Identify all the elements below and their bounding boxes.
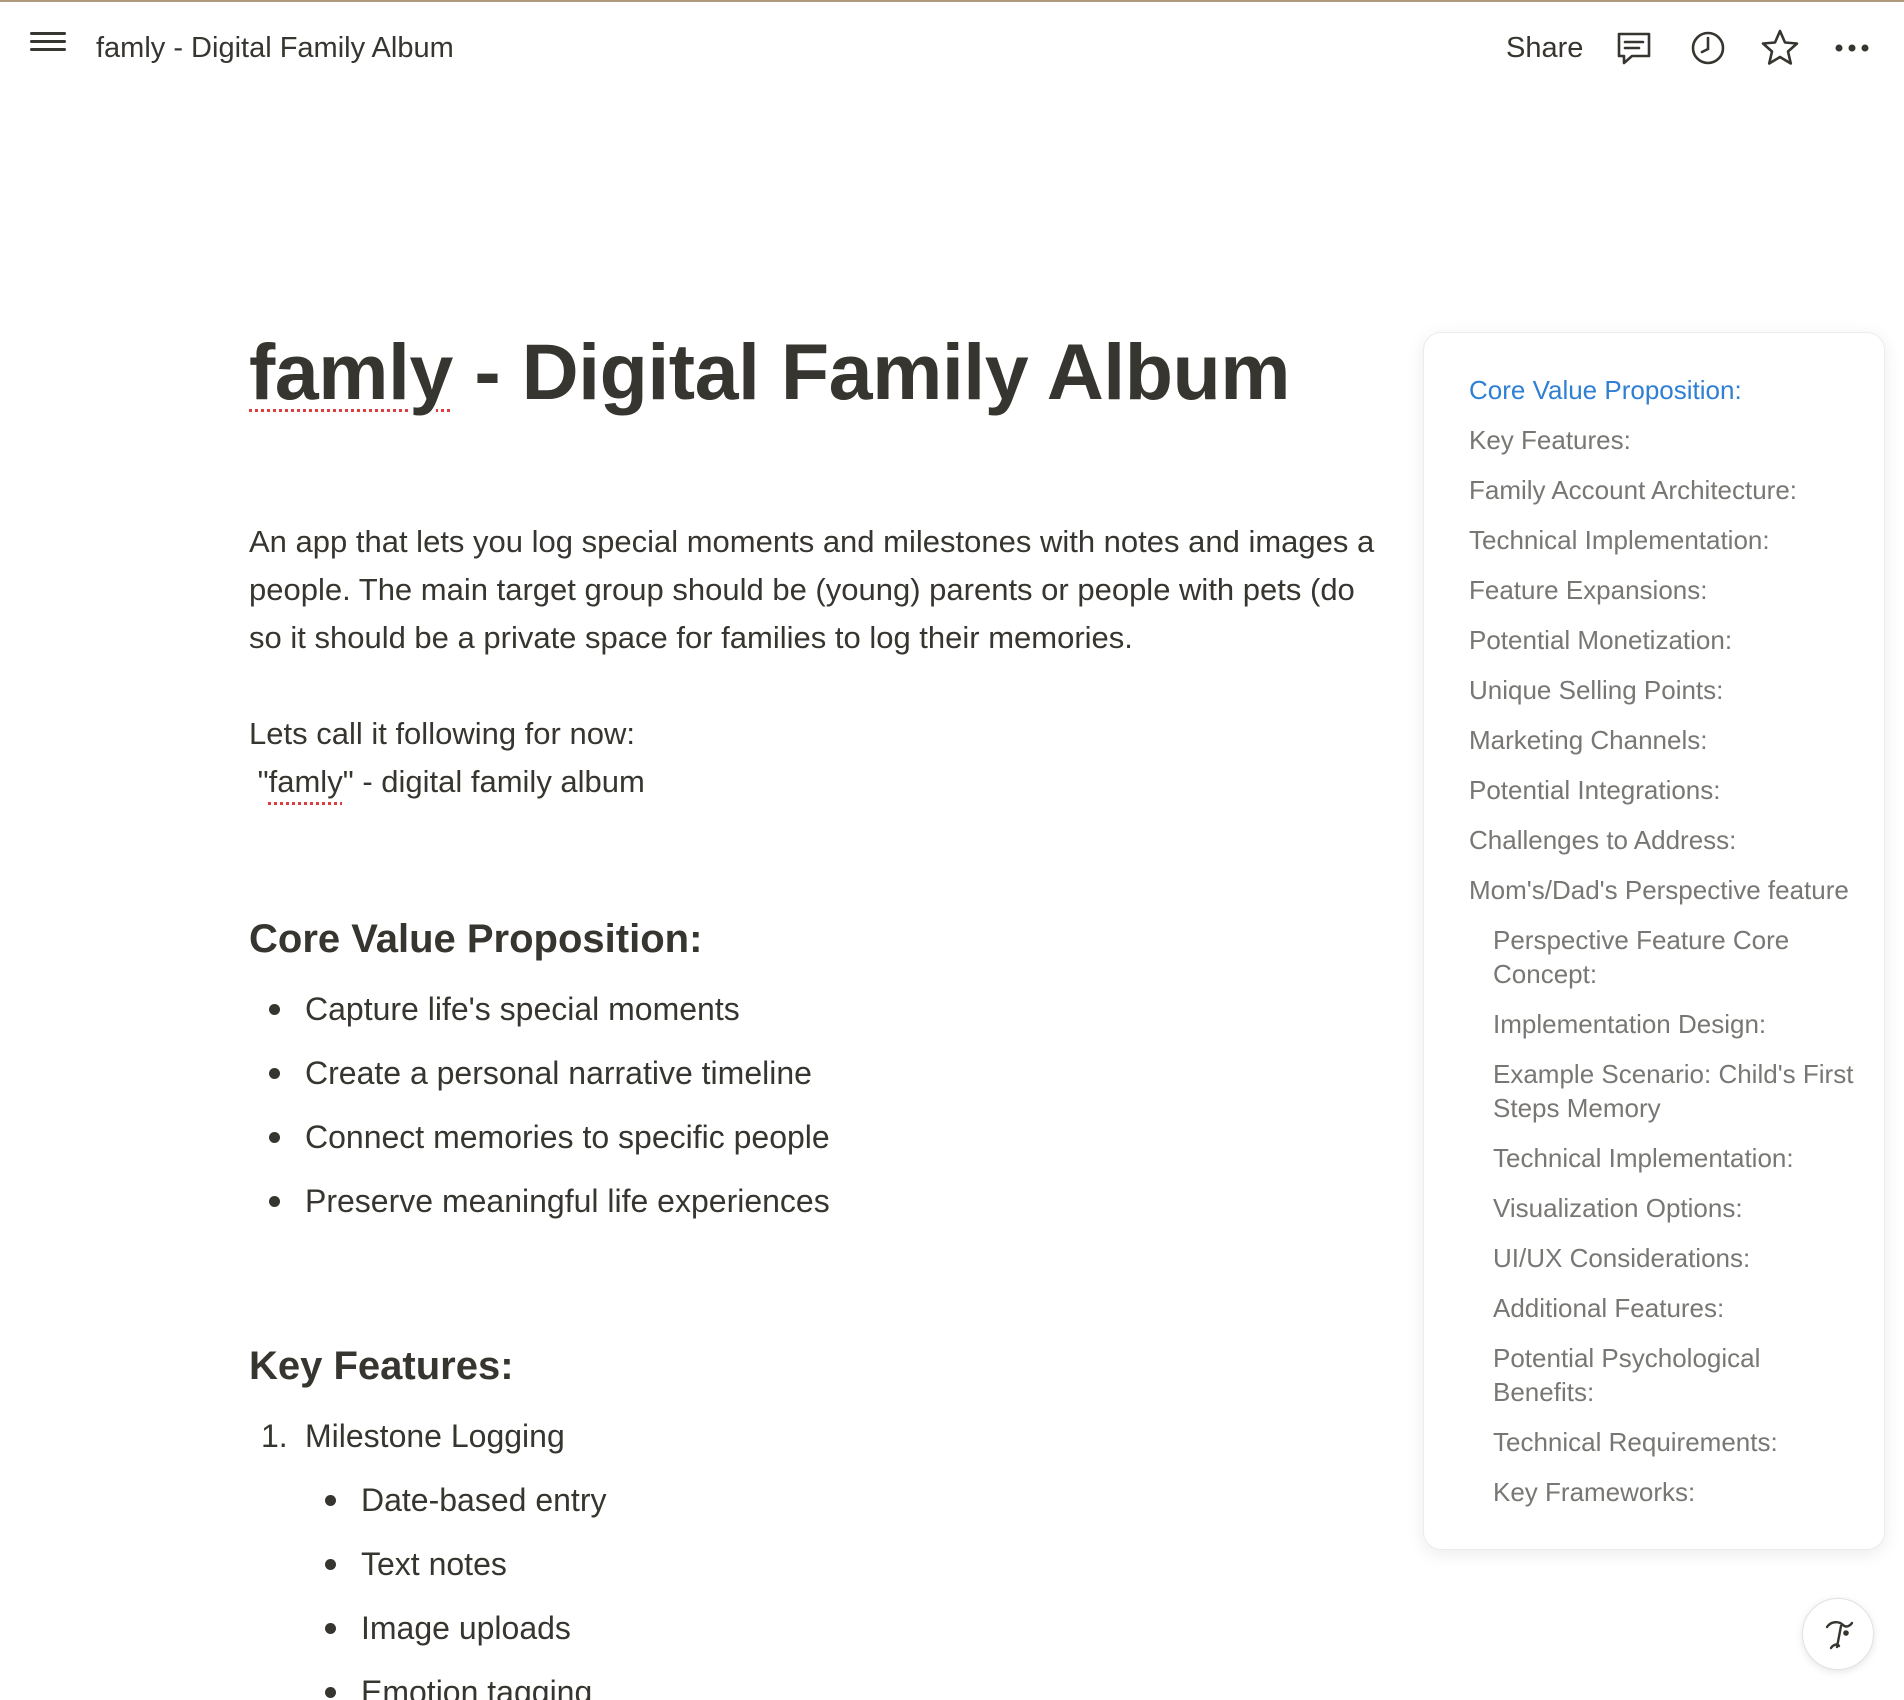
comment-icon[interactable] [1612, 26, 1656, 70]
toc-item-potential-monetization[interactable]: Potential Monetization: [1424, 623, 1884, 657]
toc-item-technical-implementation[interactable]: Technical Implementation: [1424, 523, 1884, 557]
toc-subitem-key-frameworks[interactable]: Key Frameworks: [1424, 1475, 1884, 1509]
misspelled-word: famly [268, 764, 343, 799]
toc-item-core-value-proposition[interactable]: Core Value Proposition: [1424, 373, 1884, 407]
toc-item-perspective-feature[interactable]: Mom's/Dad's Perspective feature [1424, 873, 1884, 907]
more-dots-icon[interactable] [1830, 26, 1874, 70]
intro-line: An app that lets you log special moments… [249, 524, 1375, 559]
core-value-list: Capture life's special moments Create a … [249, 977, 1429, 1233]
page-breadcrumb[interactable]: famly - Digital Family Album [96, 32, 454, 65]
key-features-list: 1. Milestone Logging Date-based entry Tex… [249, 1404, 1429, 1700]
list-item[interactable]: Date-based entry [249, 1468, 1429, 1532]
toc-subitem-psychological-benefits[interactable]: Potential Psychological Benefits: [1424, 1341, 1884, 1409]
intro-paragraph[interactable]: An app that lets you log special moments… [249, 518, 1429, 662]
toc-item-feature-expansions[interactable]: Feature Expansions: [1424, 573, 1884, 607]
table-of-contents: Core Value Proposition: Key Features: Fa… [1423, 332, 1885, 1550]
notion-ai-button[interactable] [1802, 1598, 1874, 1670]
toc-subitem-ui-ux-considerations[interactable]: UI/UX Considerations: [1424, 1241, 1884, 1275]
quote-open: " [249, 764, 269, 799]
toc-item-key-features[interactable]: Key Features: [1424, 423, 1884, 457]
toc-item-family-account-architecture[interactable]: Family Account Architecture: [1424, 473, 1884, 507]
top-bar: famly - Digital Family Album Share [0, 2, 1904, 94]
name-line-2-rest: " - digital family album [342, 764, 645, 799]
clock-icon[interactable] [1686, 26, 1730, 70]
toc-subitem-example-scenario[interactable]: Example Scenario: Child's First Steps Me… [1424, 1057, 1884, 1125]
app-window: famly - Digital Family Album Share famly… [0, 0, 1904, 1700]
name-line-2: "famly" - digital family album [249, 758, 1429, 806]
notion-ai-icon [1825, 1621, 1854, 1650]
numbered-item-milestone-logging[interactable]: 1. Milestone Logging Date-based entry Tex… [249, 1404, 1429, 1700]
list-number: 1. [261, 1418, 288, 1454]
toc-item-marketing-channels[interactable]: Marketing Channels: [1424, 723, 1884, 757]
share-button[interactable]: Share [1506, 32, 1583, 65]
heading-key-features[interactable]: Key Features: [249, 1338, 1429, 1394]
toc-item-potential-integrations[interactable]: Potential Integrations: [1424, 773, 1884, 807]
intro-line: people. The main target group should be … [249, 572, 1355, 607]
toc-subitem-implementation-design[interactable]: Implementation Design: [1424, 1007, 1884, 1041]
milestone-sublist: Date-based entry Text notes Image upload… [249, 1468, 1429, 1700]
toc-item-challenges-to-address[interactable]: Challenges to Address: [1424, 823, 1884, 857]
list-item[interactable]: Capture life's special moments [249, 977, 1429, 1041]
toc-item-unique-selling-points[interactable]: Unique Selling Points: [1424, 673, 1884, 707]
name-paragraph[interactable]: Lets call it following for now: "famly" … [249, 710, 1429, 806]
name-line-1: Lets call it following for now: [249, 716, 635, 751]
list-item[interactable]: Preserve meaningful life experiences [249, 1169, 1429, 1233]
toc-subitem-core-concept[interactable]: Perspective Feature Core Concept: [1424, 923, 1884, 991]
list-item[interactable]: Image uploads [249, 1596, 1429, 1660]
page-title[interactable]: famly - Digital Family Album [249, 322, 1429, 422]
toc-subitem-technical-implementation[interactable]: Technical Implementation: [1424, 1141, 1884, 1175]
list-item[interactable]: Create a personal narrative timeline [249, 1041, 1429, 1105]
list-item[interactable]: Text notes [249, 1532, 1429, 1596]
toc-subitem-technical-requirements[interactable]: Technical Requirements: [1424, 1425, 1884, 1459]
title-misspelled-word: famly [249, 327, 453, 416]
toc-subitem-visualization-options[interactable]: Visualization Options: [1424, 1191, 1884, 1225]
intro-line: so it should be a private space for fami… [249, 620, 1133, 655]
list-item-label: Milestone Logging [305, 1418, 565, 1454]
title-rest: - Digital Family Album [452, 327, 1290, 416]
document-content: famly - Digital Family Album An app that… [249, 322, 1429, 1700]
toc-subitem-additional-features[interactable]: Additional Features: [1424, 1291, 1884, 1325]
hamburger-icon[interactable] [28, 30, 68, 66]
list-item[interactable]: Emotion tagging [249, 1660, 1429, 1700]
list-item[interactable]: Connect memories to specific people [249, 1105, 1429, 1169]
star-icon[interactable] [1758, 26, 1802, 70]
heading-core-value-proposition[interactable]: Core Value Proposition: [249, 911, 1429, 967]
